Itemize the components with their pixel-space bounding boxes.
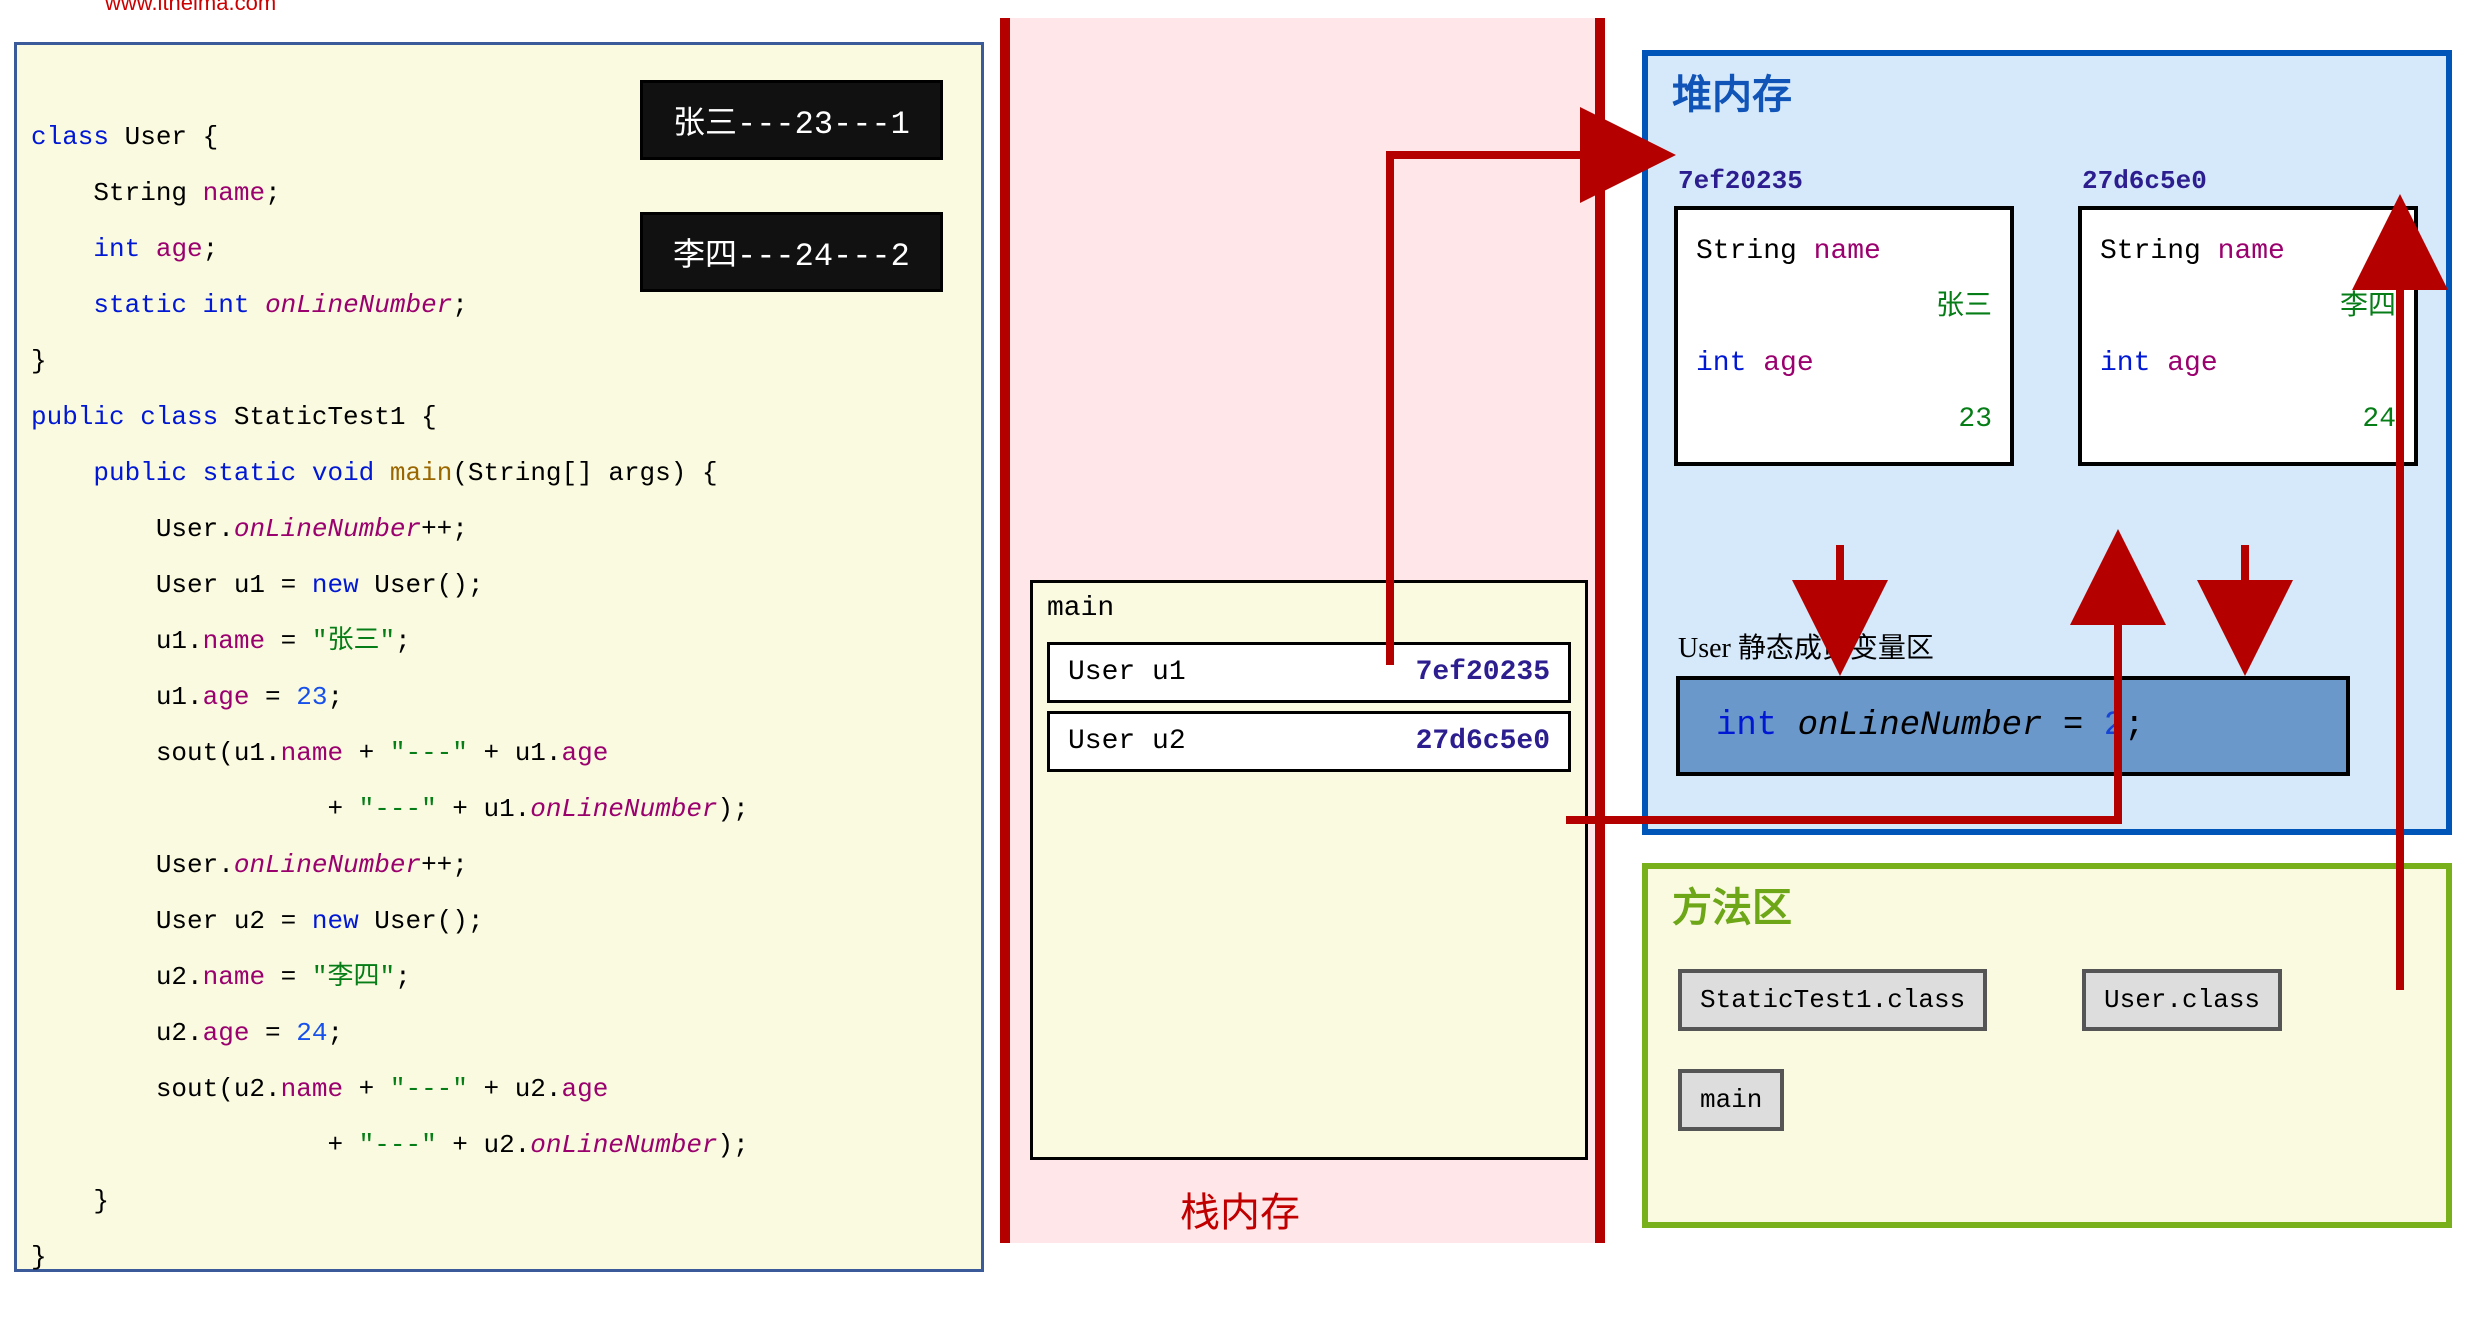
output-line-2: 李四---24---2 bbox=[640, 212, 943, 292]
heap-panel: 堆内存 7ef20235 27d6c5e0 String name 张三 int… bbox=[1642, 50, 2452, 835]
stack-var-u2: User u2 27d6c5e0 bbox=[1047, 711, 1571, 772]
heap-obj2-name-val: 李四 bbox=[2340, 280, 2396, 336]
heap-obj1-name-val: 张三 bbox=[1936, 280, 1992, 336]
heap-obj2-age-val: 24 bbox=[2362, 392, 2396, 448]
method-area-title: 方法区 bbox=[1672, 875, 1792, 933]
stack-var-u2-label: User u2 bbox=[1068, 726, 1186, 757]
heap-obj1-age-row: int age bbox=[1696, 336, 1992, 392]
site-url: www.itheima.com bbox=[105, 0, 276, 16]
heap-static-box: int onLineNumber = 2; bbox=[1676, 676, 2350, 776]
stack-title: 栈内存 bbox=[1180, 1180, 1300, 1238]
stack-var-u2-addr: 27d6c5e0 bbox=[1416, 726, 1550, 757]
output-line-1: 张三---23---1 bbox=[640, 80, 943, 160]
stack-var-u1: User u1 7ef20235 bbox=[1047, 642, 1571, 703]
stack-frame-name: main bbox=[1033, 583, 1585, 634]
heap-obj1-age-val: 23 bbox=[1958, 392, 1992, 448]
heap-object-1: String name 张三 int age 23 bbox=[1674, 206, 2014, 466]
heap-addr-2: 27d6c5e0 bbox=[2082, 166, 2207, 196]
method-class-main: main bbox=[1678, 1069, 1784, 1131]
heap-obj1-name-row: String name bbox=[1696, 224, 1992, 280]
method-class-1: StaticTest1.class bbox=[1678, 969, 1987, 1031]
heap-addr-1: 7ef20235 bbox=[1678, 166, 1803, 196]
heap-obj2-name-row: String name bbox=[2100, 224, 2396, 280]
heap-static-label: User 静态成员变量区 bbox=[1678, 626, 1934, 666]
heap-obj2-age-row: int age bbox=[2100, 336, 2396, 392]
stack-frame-main: main User u1 7ef20235 User u2 27d6c5e0 bbox=[1030, 580, 1588, 1160]
heap-title: 堆内存 bbox=[1672, 62, 1792, 120]
stack-var-u1-label: User u1 bbox=[1068, 657, 1186, 688]
heap-object-2: String name 李四 int age 24 bbox=[2078, 206, 2418, 466]
stack-var-u1-addr: 7ef20235 bbox=[1416, 657, 1550, 688]
method-class-2: User.class bbox=[2082, 969, 2282, 1031]
method-area-panel: 方法区 StaticTest1.class User.class main bbox=[1642, 863, 2452, 1228]
